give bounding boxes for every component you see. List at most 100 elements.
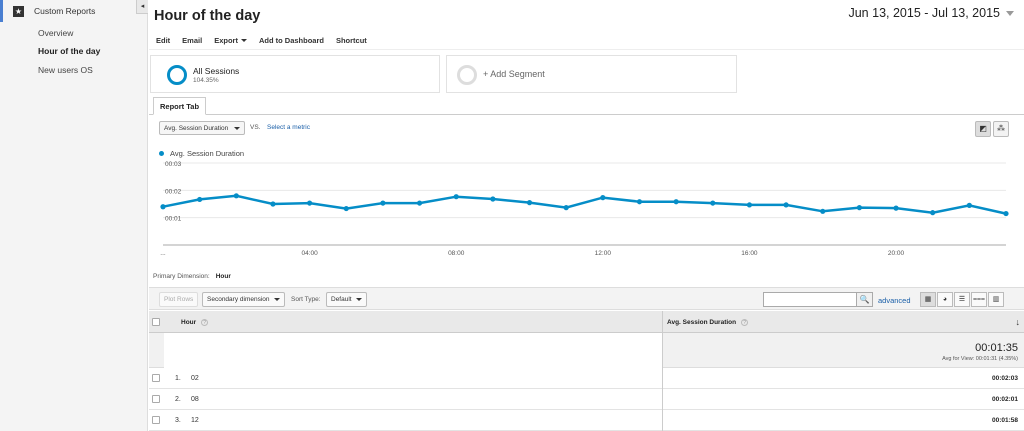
sort-descending-icon[interactable]: ↓ [1016,317,1021,327]
data-point[interactable] [820,208,826,214]
page-title: Hour of the day [154,8,261,24]
column-divider [662,368,663,389]
add-segment-button[interactable]: + Add Segment [446,55,737,93]
export-button[interactable]: Export [214,36,247,45]
add-to-dashboard-button[interactable]: Add to Dashboard [259,36,324,45]
data-point[interactable] [710,200,716,206]
bar-view-icon[interactable]: ☰ [954,292,970,307]
data-point[interactable] [416,200,423,206]
sidebar-item-overview[interactable]: Overview [38,28,73,38]
pie-view-icon[interactable]: ◕ [937,292,953,307]
data-point[interactable] [490,196,496,202]
row-value: 00:02:01 [991,396,1018,403]
date-range-label: Jun 13, 2015 - Jul 13, 2015 [848,6,1000,20]
advanced-filter-link[interactable]: advanced [878,296,911,305]
sidebar-item-hour-of-the-day[interactable]: Hour of the day [38,46,100,56]
row-value: 00:01:58 [991,417,1018,424]
row-hour-link[interactable]: 08 [191,396,199,403]
line-chart: 00:03 00:02 00:01 ... 04:00 08:00 12:00 16:00 2… [160,161,1009,257]
date-range-picker[interactable]: Jun 13, 2015 - Jul 13, 2015 [848,6,1014,20]
row-number: 2. [175,396,181,403]
data-point[interactable] [197,196,203,203]
row-checkbox[interactable] [152,374,160,382]
primary-dimension-value[interactable]: Hour [216,273,231,280]
total-value: 00:01:35 [975,342,1018,354]
shortcut-button[interactable]: Shortcut [336,36,367,45]
chevron-down-icon [273,298,280,301]
sort-type-label: Sort Type: [291,296,321,303]
help-icon[interactable]: ? [201,319,209,326]
column-header-avg-session-duration[interactable]: Avg. Session Duration? [667,319,749,326]
row-checkbox[interactable] [152,395,160,403]
data-point[interactable] [783,202,789,208]
sidebar-collapse-button[interactable]: ◂ [136,0,148,14]
row-checkbox[interactable] [152,416,160,424]
data-point[interactable] [270,201,276,207]
data-point[interactable] [160,204,166,210]
email-button[interactable]: Email [182,36,202,45]
table-totals-row: 00:01:35 Avg for View: 00:01:31 (4.35%) [149,333,1024,368]
y-axis: 00:03 00:02 00:01 [165,161,182,223]
data-point[interactable] [636,199,643,205]
sidebar-section-title: Custom Reports [34,6,96,16]
sort-type-select[interactable]: Default [326,292,367,307]
select-all-checkbox[interactable] [152,318,160,326]
column-divider [662,410,663,431]
column-divider [662,389,663,410]
data-point[interactable] [526,200,533,206]
sidebar-section-custom-reports[interactable]: ★ Custom Reports [0,0,140,22]
data-point[interactable] [966,202,972,208]
data-point[interactable] [307,200,313,206]
segment-ring-icon [167,65,187,85]
row-number: 3. [175,417,181,424]
data-point[interactable] [600,195,606,201]
plot-rows-button[interactable]: Plot Rows [159,292,199,307]
secondary-dimension-label: Secondary dimension [207,296,270,303]
data-point[interactable] [1003,210,1009,217]
data-point[interactable] [856,205,862,211]
data-point[interactable] [380,200,386,206]
add-segment-label: + Add Segment [483,69,545,79]
edit-button[interactable]: Edit [156,36,170,45]
table-header: Hour? Avg. Session Duration? ↓ [149,311,1024,333]
data-point[interactable] [893,205,899,211]
chart-panel: Avg. Session Duration VS. Select a metri… [149,115,1024,270]
sidebar-item-new-users-os[interactable]: New users OS [38,65,93,75]
chevron-down-icon [355,298,362,301]
row-hour-link[interactable]: 12 [191,417,199,424]
star-icon: ★ [13,5,24,17]
segment-name: All Sessions [193,66,240,76]
motion-chart-icon[interactable]: ⁂ [993,121,1009,137]
report-tabs: Report Tab [149,97,1024,115]
table-view-icon[interactable]: ▦ [920,292,936,307]
tab-report[interactable]: Report Tab [153,97,207,115]
table-row: 3. 12 00:01:58 [149,410,1024,431]
data-point[interactable] [453,194,459,200]
data-point[interactable] [233,193,239,199]
data-point[interactable] [930,210,936,216]
help-icon[interactable]: ? [741,319,749,326]
data-point[interactable] [563,205,569,211]
select-metric-link[interactable]: Select a metric [267,124,310,131]
x-axis: ... 04:00 08:00 12:00 16:00 20:00 [160,250,904,257]
table-search-input[interactable] [763,292,857,307]
data-point[interactable] [343,205,349,212]
x-tick-label: 20:00 [888,250,905,257]
line-chart-icon[interactable]: ◩ [975,121,991,137]
segment-all-sessions[interactable]: All Sessions 104.35% [150,55,440,93]
totals-spacer [164,333,662,368]
column-header-hour[interactable]: Hour? [181,319,209,326]
row-hour-link[interactable]: 02 [191,375,199,382]
secondary-dimension-select[interactable]: Secondary dimension [202,292,285,307]
primary-dimension: Primary Dimension: Hour [153,273,231,280]
chevron-down-icon [240,38,247,42]
comparison-view-icon[interactable]: ⩶ [971,292,987,307]
metric-select[interactable]: Avg. Session Duration [159,121,246,135]
segment-percentage: 104.35% [193,77,219,84]
data-point[interactable] [673,199,679,205]
x-tick-label: 12:00 [595,250,612,257]
data-point[interactable] [746,202,753,208]
pivot-view-icon[interactable]: ▥ [988,292,1004,307]
search-icon[interactable]: 🔍 [856,292,873,307]
row-number: 1. [175,375,181,382]
